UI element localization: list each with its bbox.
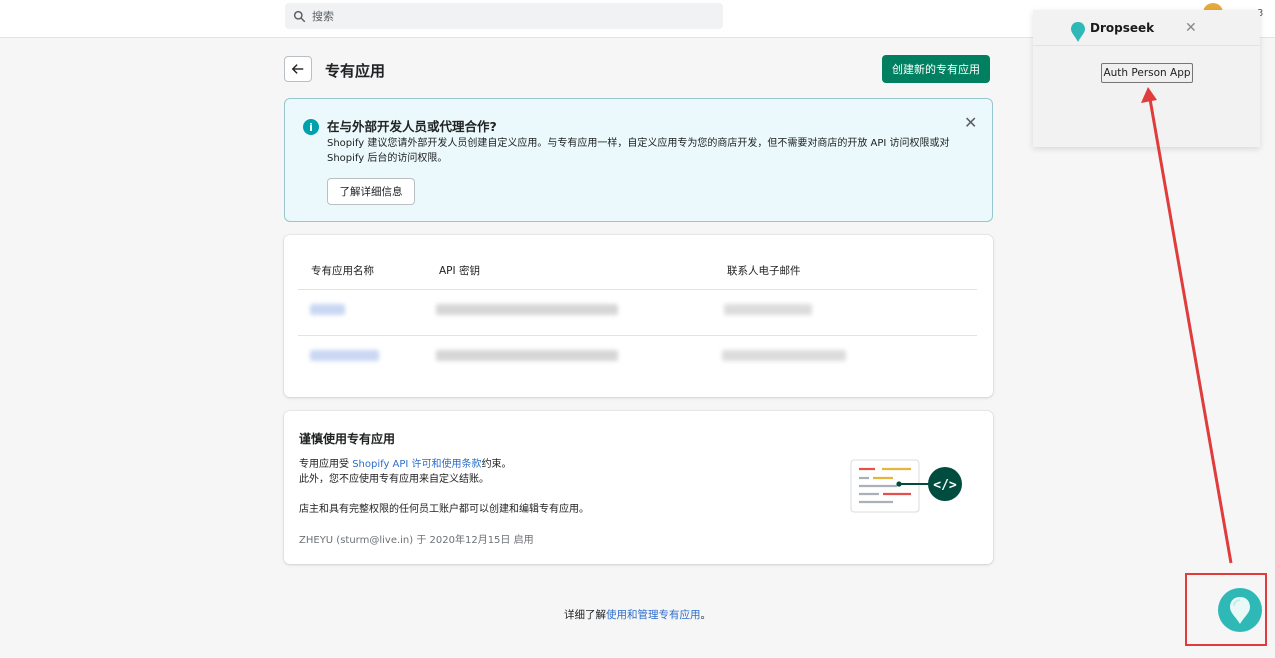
caution-line-terms-prefix: 专用应用受 — [299, 459, 353, 470]
search-placeholder: 搜索 — [312, 10, 334, 23]
close-icon[interactable]: ✕ — [964, 113, 977, 132]
api-terms-link[interactable]: Shopify API 许可和使用条款 — [352, 459, 481, 470]
info-banner: i 在与外部开发人员或代理合作? Shopify 建议您请外部开发人员创建自定义… — [284, 98, 993, 222]
learn-more-button[interactable]: 了解详细信息 — [327, 178, 415, 205]
caution-title: 谨慎使用专有应用 — [299, 432, 396, 446]
dropseek-launcher-button[interactable] — [1218, 588, 1262, 632]
email-redacted — [724, 304, 812, 315]
banner-body: Shopify 建议您请外部开发人员创建自定义应用。与专有应用一样，自定义应用专… — [327, 138, 950, 164]
banner-title: 在与外部开发人员或代理合作? — [327, 119, 497, 134]
api-key-redacted — [436, 350, 618, 361]
caution-line-permissions: 店主和具有完整权限的任何员工账户都可以创建和编辑专有应用。 — [299, 504, 589, 515]
popup-header: Dropseek ✕ — [1033, 10, 1260, 46]
footer-help: 详细了解使用和管理专有应用。 — [0, 607, 1275, 622]
enabled-by-meta: ZHEYU (sturm@live.in) 于 2020年12月15日 启用 — [299, 535, 534, 546]
arrow-left-icon — [291, 64, 304, 74]
close-icon[interactable]: ✕ — [1185, 20, 1197, 36]
svg-text:</>: </> — [933, 478, 957, 493]
column-header-email: 联系人电子邮件 — [727, 265, 801, 277]
search-input[interactable]: 搜索 — [285, 3, 723, 29]
email-redacted — [722, 350, 846, 361]
divider — [298, 335, 977, 336]
app-name-redacted[interactable] — [310, 350, 379, 361]
extension-name: Dropseek — [1090, 21, 1155, 35]
footer-prefix: 详细了解 — [564, 609, 606, 621]
column-header-name: 专有应用名称 — [311, 265, 374, 277]
api-key-redacted — [436, 304, 618, 315]
dropseek-popup: Dropseek ✕ Auth Person App — [1033, 10, 1260, 147]
caution-line-terms-suffix: 约束。 — [481, 459, 512, 470]
private-apps-table: 专有应用名称 API 密钥 联系人电子邮件 — [284, 235, 993, 397]
caution-card: 谨慎使用专有应用 专用应用受 Shopify API 许可和使用条款约束。 此外… — [284, 411, 993, 564]
dropseek-logo-icon — [1230, 597, 1250, 624]
divider — [298, 289, 977, 290]
footer-suffix: 。 — [700, 609, 712, 621]
app-name-redacted[interactable] — [310, 304, 345, 315]
column-header-api-key: API 密钥 — [439, 265, 480, 277]
auth-person-app-button[interactable]: Auth Person App — [1101, 63, 1193, 83]
dropseek-logo-icon — [1071, 22, 1085, 42]
manage-private-apps-link[interactable]: 使用和管理专有应用 — [606, 609, 701, 621]
caution-line-terms: 专用应用受 Shopify API 许可和使用条款约束。 — [299, 458, 512, 472]
code-illustration: </> — [850, 459, 962, 513]
page-title: 专有应用 — [325, 62, 386, 80]
back-button[interactable] — [284, 56, 312, 82]
search-icon — [293, 10, 306, 22]
info-icon: i — [303, 119, 319, 135]
create-private-app-button[interactable]: 创建新的专有应用 — [882, 55, 990, 83]
caution-line-checkout: 此外，您不应使用专有应用来自定义结账。 — [299, 474, 489, 485]
